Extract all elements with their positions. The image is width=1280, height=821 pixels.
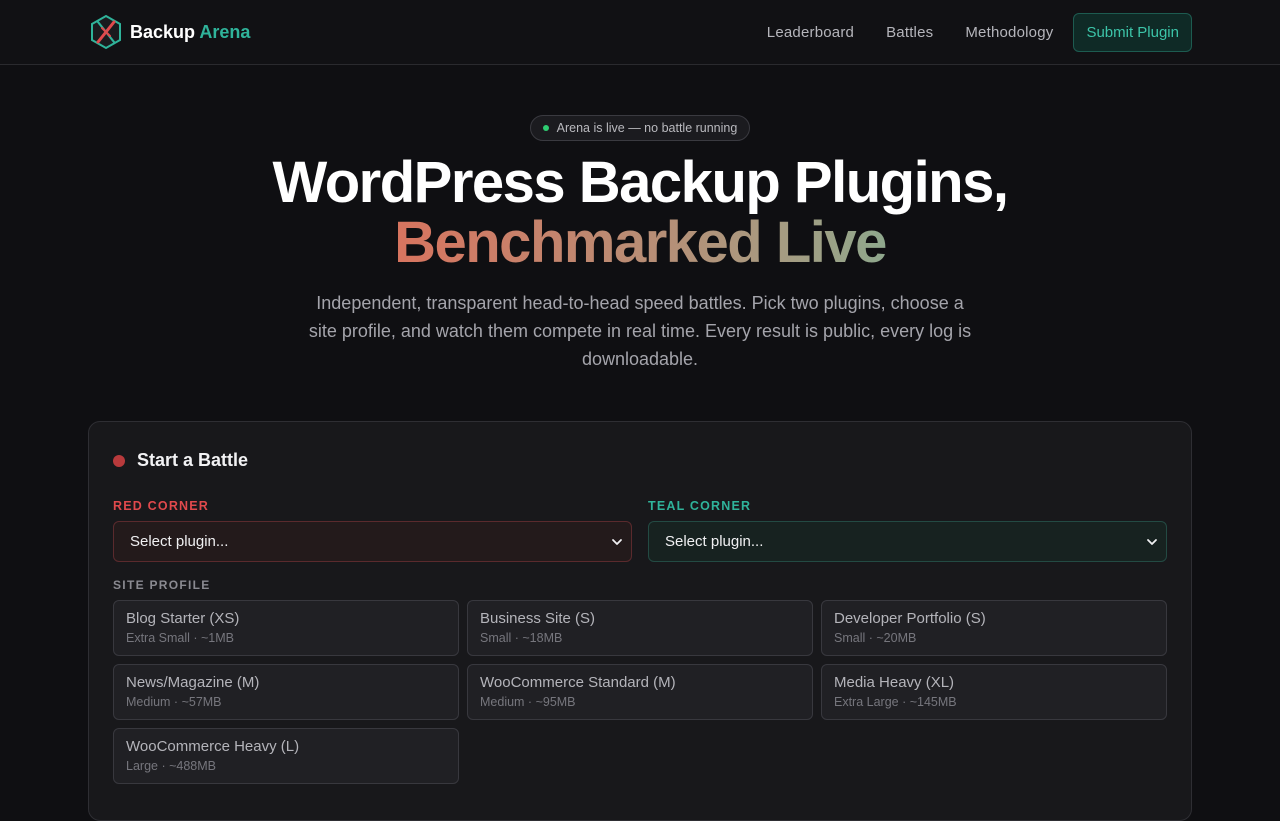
nav-link-methodology[interactable]: Methodology bbox=[965, 24, 1053, 41]
brand-name: Backup Arena bbox=[130, 22, 250, 43]
teal-corner-label: TEAL CORNER bbox=[648, 499, 752, 513]
brand-name-accent: Arena bbox=[199, 21, 251, 42]
profile-meta: Medium · ~57MB bbox=[126, 695, 222, 709]
teal-corner: TEAL CORNER Select plugin... bbox=[648, 499, 1167, 562]
chevron-down-icon bbox=[612, 538, 622, 545]
site-profile-grid: Blog Starter (XS) Extra Small · ~1MB Bus… bbox=[113, 600, 1167, 784]
red-corner-select-value: Select plugin... bbox=[130, 533, 229, 550]
profile-option[interactable]: News/Magazine (M) Medium · ~57MB bbox=[113, 664, 459, 720]
hero-title-line1: WordPress Backup Plugins, bbox=[272, 150, 1009, 215]
corner-selectors: RED CORNER Select plugin... TEAL CORNER … bbox=[113, 499, 1167, 562]
profile-option[interactable]: Blog Starter (XS) Extra Small · ~1MB bbox=[113, 600, 459, 656]
submit-plugin-button[interactable]: Submit Plugin bbox=[1073, 12, 1192, 52]
teal-corner-select-value: Select plugin... bbox=[665, 533, 764, 550]
top-nav: Backup Arena Leaderboard Battles Methodo… bbox=[0, 0, 1280, 65]
profile-option[interactable]: Developer Portfolio (S) Small · ~20MB bbox=[821, 600, 1167, 656]
nav-link-leaderboard[interactable]: Leaderboard bbox=[767, 24, 854, 41]
profile-name: WooCommerce Heavy (L) bbox=[126, 738, 300, 755]
profile-name: Media Heavy (XL) bbox=[834, 674, 955, 691]
hero-title: WordPress Backup Plugins, Benchmarked Li… bbox=[0, 153, 1280, 273]
profile-option[interactable]: Business Site (S) Small · ~18MB bbox=[467, 600, 813, 656]
profile-name: WooCommerce Standard (M) bbox=[480, 674, 676, 691]
profile-option[interactable]: WooCommerce Standard (M) Medium · ~95MB bbox=[467, 664, 813, 720]
red-corner-label: RED CORNER bbox=[113, 499, 210, 513]
brand-name-main: Backup bbox=[130, 21, 196, 42]
hero: Arena is live — no battle running WordPr… bbox=[0, 65, 1280, 373]
profile-name: Business Site (S) bbox=[480, 610, 596, 627]
profile-meta: Large · ~488MB bbox=[126, 759, 216, 773]
live-dot-icon bbox=[542, 125, 549, 131]
site-profile-label: SITE PROFILE bbox=[113, 578, 211, 592]
nav-links: Leaderboard Battles Methodology Submit P… bbox=[767, 12, 1192, 52]
profile-meta: Medium · ~95MB bbox=[480, 695, 576, 709]
live-status-badge: Arena is live — no battle running bbox=[529, 115, 751, 141]
profile-name: Developer Portfolio (S) bbox=[834, 610, 986, 627]
hero-title-line2: Benchmarked Live bbox=[0, 213, 1280, 273]
brand-link[interactable]: Backup Arena bbox=[88, 14, 250, 50]
battle-dot-icon bbox=[113, 454, 125, 467]
arena-logo-icon bbox=[91, 14, 121, 50]
teal-corner-select[interactable]: Select plugin... bbox=[648, 521, 1167, 562]
red-corner-select[interactable]: Select plugin... bbox=[113, 521, 632, 562]
profile-name: News/Magazine (M) bbox=[126, 674, 260, 691]
start-battle-card: Start a Battle RED CORNER Select plugin.… bbox=[88, 421, 1192, 821]
card-title: Start a Battle bbox=[137, 450, 249, 470]
nav-link-battles[interactable]: Battles bbox=[886, 24, 933, 41]
profile-meta: Small · ~18MB bbox=[480, 631, 563, 645]
profile-name: Blog Starter (XS) bbox=[126, 610, 240, 627]
profile-meta: Small · ~20MB bbox=[834, 631, 917, 645]
red-corner: RED CORNER Select plugin... bbox=[113, 499, 632, 562]
profile-meta: Extra Large · ~145MB bbox=[834, 695, 957, 709]
card-header: Start a Battle bbox=[113, 450, 1167, 471]
chevron-down-icon bbox=[1147, 538, 1157, 545]
profile-option[interactable]: WooCommerce Heavy (L) Large · ~488MB bbox=[113, 728, 459, 784]
hero-description: Independent, transparent head-to-head sp… bbox=[308, 293, 972, 369]
profile-option[interactable]: Media Heavy (XL) Extra Large · ~145MB bbox=[821, 664, 1167, 720]
live-status-text: Arena is live — no battle running bbox=[556, 121, 738, 135]
profile-meta: Extra Small · ~1MB bbox=[126, 631, 235, 645]
